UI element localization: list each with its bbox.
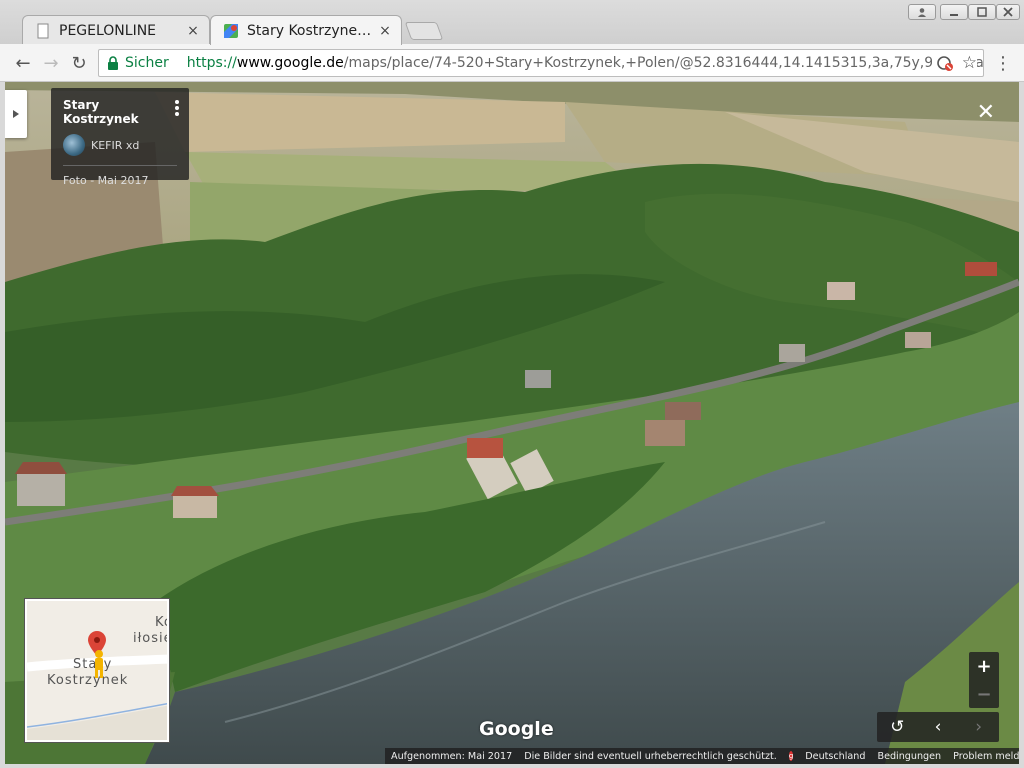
card-divider	[63, 165, 177, 166]
google-logo: Google	[479, 718, 554, 740]
window-titlebar: PEGELONLINE × Stary Kostrzynek - G ×	[0, 0, 1024, 45]
minimap-label: Ko	[155, 615, 167, 630]
url-scheme: https://	[186, 55, 237, 71]
omnibox-actions: ☆	[931, 54, 977, 76]
new-tab-button[interactable]	[404, 22, 444, 40]
photo-viewer[interactable]: Stary Kostrzynek KEFIR xd Foto - Mai 201…	[5, 82, 1019, 764]
reload-button[interactable]: ↻	[68, 52, 90, 74]
photo-info-card: Stary Kostrzynek KEFIR xd Foto - Mai 201…	[51, 88, 189, 187]
url-path: /maps/place/74-520+Stary+Kostrzynek,+Pol…	[343, 55, 984, 71]
previous-photo-button[interactable]: ‹	[918, 712, 959, 742]
location-blocked-icon[interactable]	[936, 54, 954, 76]
attribution-footer: Aufgenommen: Mai 2017 Die Bilder sind ev…	[385, 748, 1019, 764]
pegman-icon	[95, 650, 103, 678]
sidebar-expand-button[interactable]	[5, 90, 27, 138]
google-maps-icon	[223, 23, 239, 39]
secure-label: Sicher	[125, 55, 169, 71]
tab-pegelonline[interactable]: PEGELONLINE ×	[22, 15, 210, 45]
author-name: KEFIR xd	[91, 138, 140, 152]
terms-link[interactable]: Bedingungen	[877, 751, 941, 762]
maximize-button[interactable]	[968, 4, 996, 20]
zoom-in-button[interactable]: +	[976, 652, 991, 680]
tab-close-icon[interactable]: ×	[185, 23, 201, 39]
close-window-button[interactable]	[996, 4, 1020, 20]
lock-icon	[107, 56, 119, 70]
place-name[interactable]: Stary Kostrzynek	[63, 98, 177, 126]
google-g-icon: g	[788, 751, 794, 761]
url-host: www.google.de	[236, 55, 344, 71]
browser-toolbar: ← → ↻ Sicher https:// www.google.de /map…	[0, 44, 1024, 82]
close-photo-button[interactable]: ✕	[977, 100, 995, 125]
zoom-out-button[interactable]: −	[976, 680, 991, 708]
avatar	[63, 134, 85, 156]
chevron-right-icon	[13, 110, 19, 118]
tab-label: PEGELONLINE	[59, 22, 157, 39]
tab-google-maps[interactable]: Stary Kostrzynek - G ×	[210, 15, 402, 45]
document-icon	[35, 23, 51, 39]
browser-menu-button[interactable]: ⋮	[992, 52, 1014, 74]
copyright-notice: Die Bilder sind eventuell urheberrechtli…	[524, 750, 777, 762]
tab-close-icon[interactable]: ×	[377, 23, 393, 39]
back-button[interactable]: ←	[12, 52, 34, 74]
capture-date: Aufgenommen: Mai 2017	[391, 750, 513, 762]
country-link[interactable]: Deutschland	[805, 751, 865, 762]
zoom-controls: + −	[969, 652, 999, 708]
photo-date: Foto - Mai 2017	[63, 174, 149, 187]
minimap[interactable]: Ko iłosierdzi Stary Kostrzynek	[24, 598, 170, 743]
photo-navigation-controls: ↺ ‹ ›	[877, 712, 999, 742]
more-options-icon[interactable]	[175, 100, 179, 118]
forward-button[interactable]: →	[40, 52, 62, 74]
next-photo-button[interactable]: ›	[958, 712, 999, 742]
rotate-icon[interactable]: ↺	[877, 712, 918, 742]
photo-author[interactable]: KEFIR xd	[63, 134, 177, 156]
bookmark-star-icon[interactable]: ☆	[962, 54, 977, 76]
tab-label: Stary Kostrzynek - G	[247, 22, 377, 39]
address-bar[interactable]: Sicher https:// www.google.de /maps/plac…	[98, 49, 984, 77]
report-problem-link[interactable]: Problem melden	[953, 751, 1019, 762]
user-profile-icon[interactable]	[908, 4, 936, 20]
minimize-button[interactable]	[940, 4, 968, 20]
minimap-label: iłosierdzi	[133, 631, 167, 646]
